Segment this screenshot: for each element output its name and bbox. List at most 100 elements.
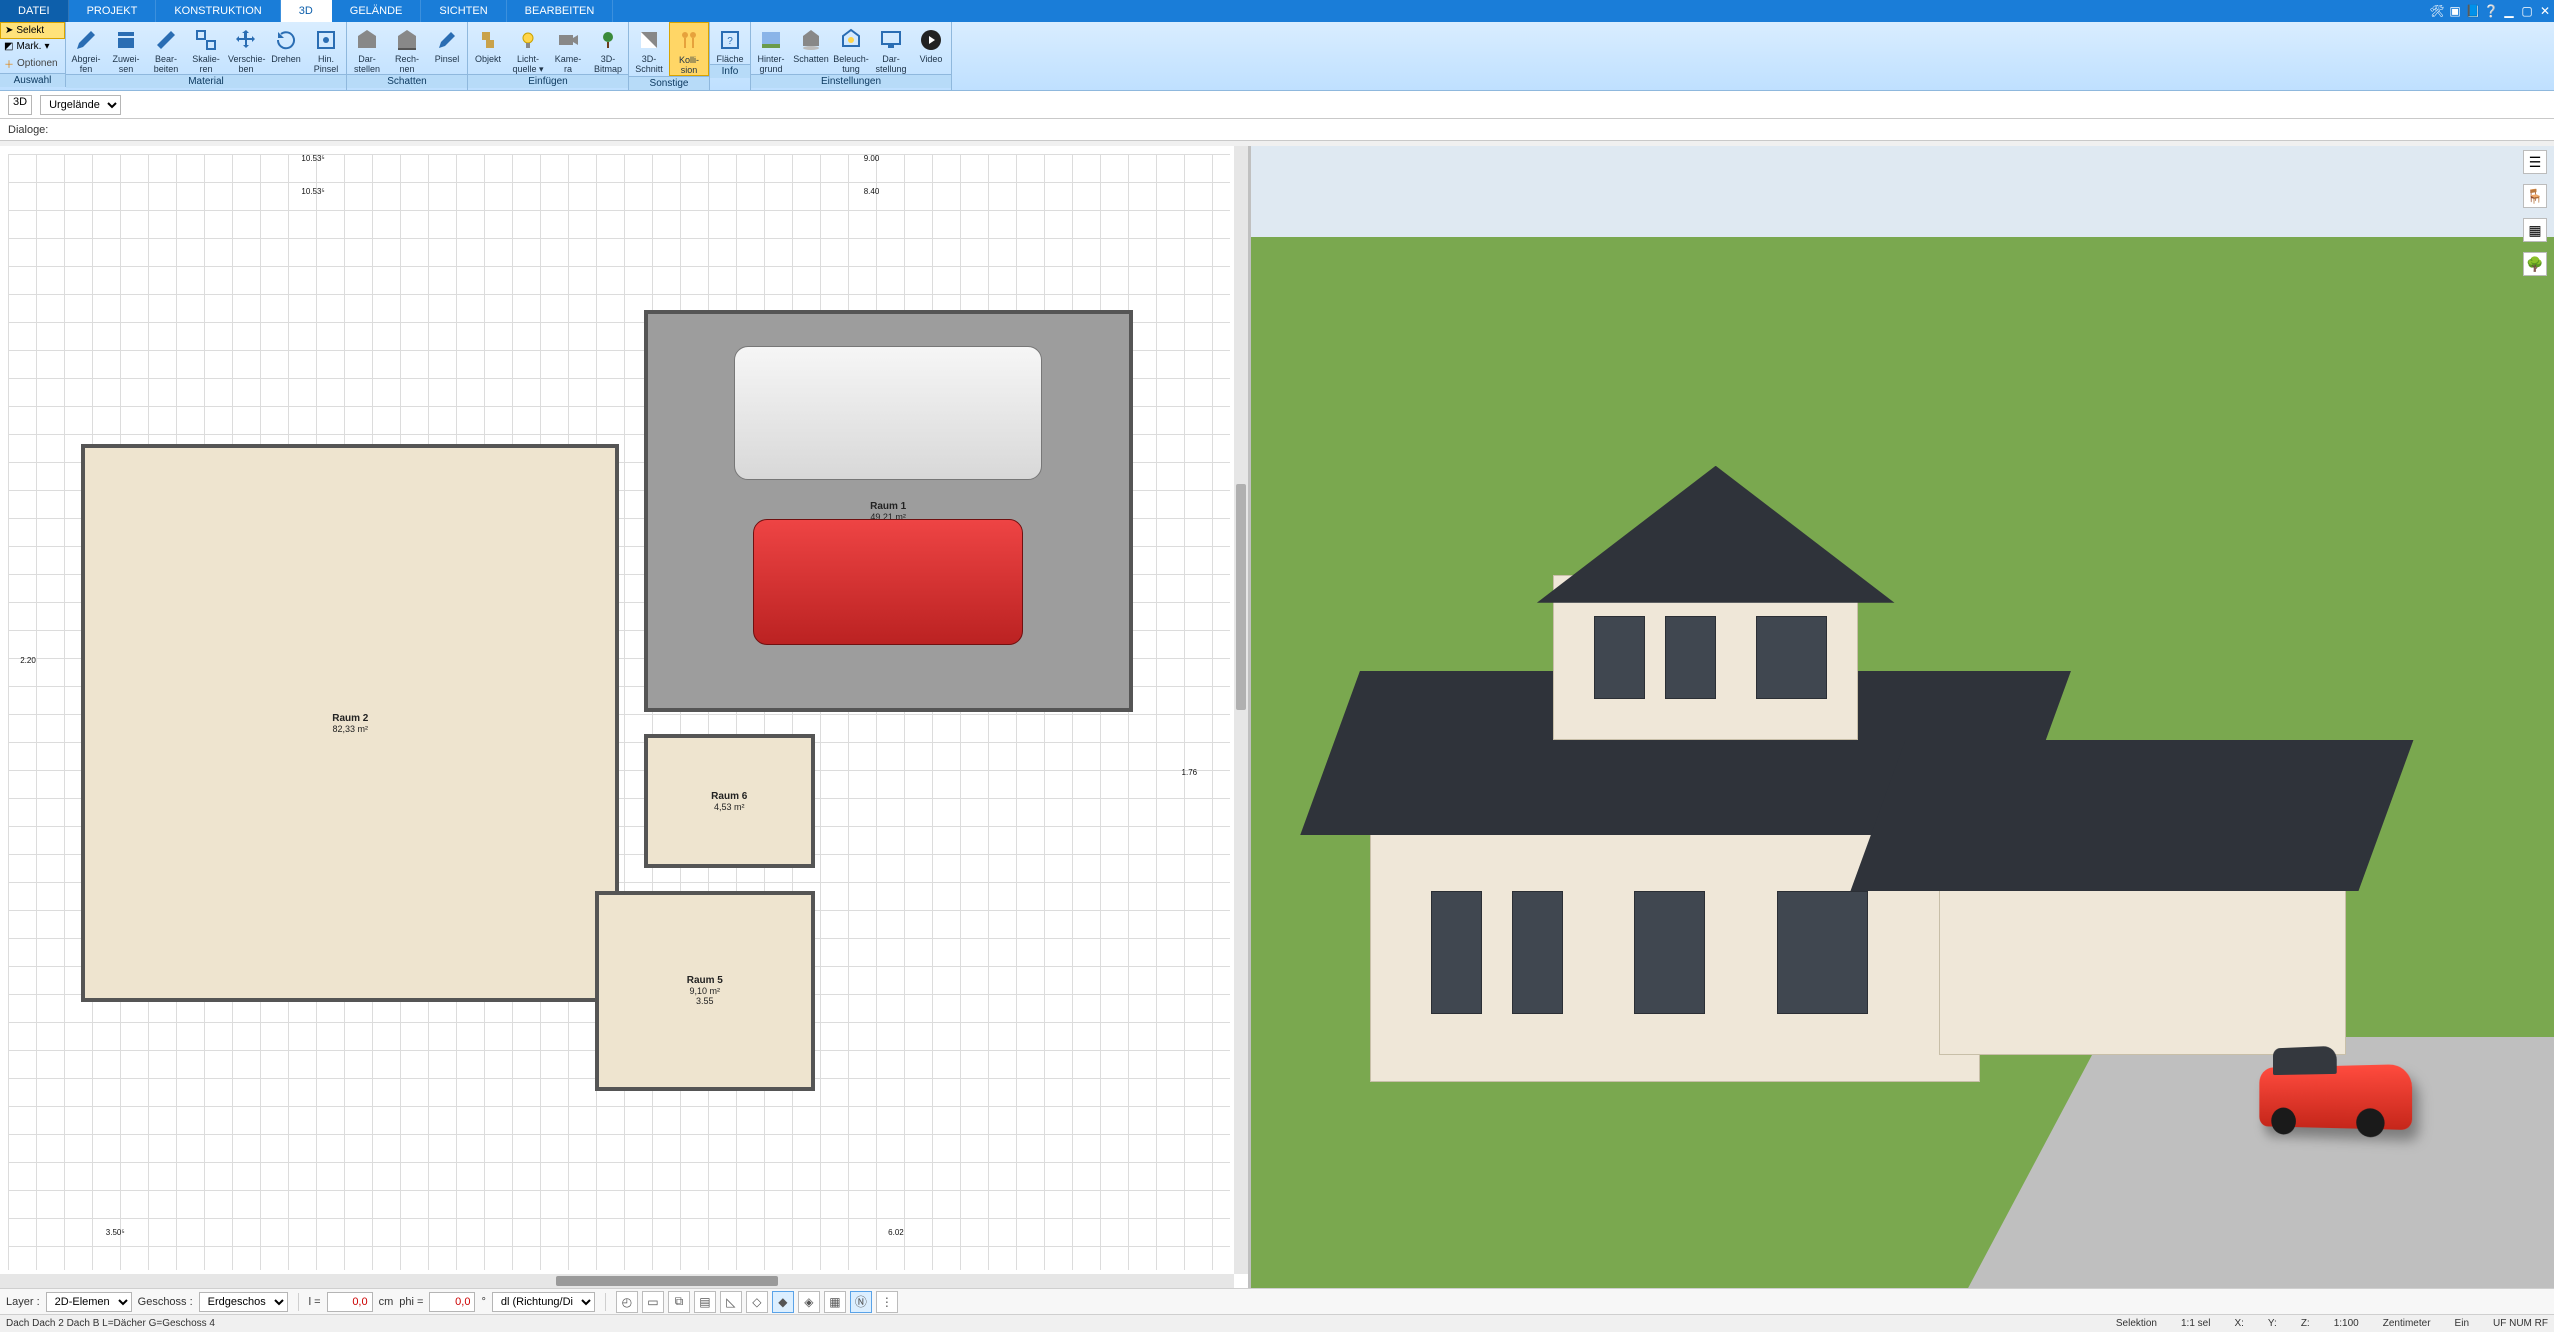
- mark-icon: ◩: [4, 41, 13, 52]
- dim: 10.53⁵: [301, 154, 324, 163]
- scrollbar-h[interactable]: [0, 1274, 1234, 1288]
- ribbon-lichtquelle[interactable]: Licht- quelle ▾: [508, 22, 548, 74]
- mode-select[interactable]: dl (Richtung/Di: [492, 1292, 595, 1312]
- optbar-snap-angle[interactable]: ◺: [720, 1291, 742, 1313]
- 3d-pane[interactable]: [1251, 146, 2554, 1288]
- optbar-snap-end[interactable]: ◇: [746, 1291, 768, 1313]
- ribbon-rechnen[interactable]: Rech- nen: [387, 22, 427, 74]
- option-bar: Layer : 2D-Elemen Geschoss : Erdgeschos …: [0, 1288, 2554, 1314]
- tab-gelaende[interactable]: GELÄNDE: [332, 0, 422, 22]
- floor-label: Geschoss :: [138, 1296, 193, 1308]
- ribbon-kamera[interactable]: Kame- ra: [548, 22, 588, 74]
- room-1[interactable]: Raum 1 49,21 m²: [644, 310, 1133, 712]
- optbar-layers2[interactable]: ▤: [694, 1291, 716, 1313]
- tab-projekt[interactable]: PROJEKT: [69, 0, 157, 22]
- dialog-strip: Dialoge:: [0, 119, 2554, 141]
- ribbon-hin-pinsel[interactable]: Hin. Pinsel: [306, 22, 346, 74]
- dim: 6.02: [888, 1228, 904, 1237]
- ribbon-bearbeiten[interactable]: Bear- beiten: [146, 22, 186, 74]
- ribbon-3d-schnitt[interactable]: 3D- Schnitt: [629, 22, 669, 76]
- ribbon-verschieben[interactable]: Verschie- ben: [226, 22, 266, 74]
- optbar-clock[interactable]: ◴: [616, 1291, 638, 1313]
- maximize-icon[interactable]: ▢: [2518, 0, 2536, 22]
- group-info: Info: [710, 64, 750, 78]
- mark-tool[interactable]: ◩ Mark. ▾: [0, 39, 65, 54]
- optbar-monitor[interactable]: ▭: [642, 1291, 664, 1313]
- ribbon-drehen[interactable]: Drehen: [266, 22, 306, 74]
- view-tag: 3D: [8, 95, 32, 115]
- tool-icon[interactable]: 🛠: [2428, 0, 2446, 22]
- scrollbar-v[interactable]: [1234, 146, 1248, 1274]
- dim: 1.76: [1182, 768, 1198, 777]
- ribbon-3d-bitmap[interactable]: 3D- Bitmap: [588, 22, 628, 74]
- l-unit: cm: [379, 1296, 394, 1308]
- rt-furniture[interactable]: 🪑: [2523, 184, 2547, 208]
- dim: 10.53⁵: [301, 187, 324, 196]
- phi-label: phi =: [399, 1296, 423, 1308]
- floorplan-pane[interactable]: Raum 2 82,33 m² Raum 1 49,21 m² Raum 6 4…: [0, 146, 1251, 1288]
- status-scale: 1:100: [2334, 1318, 2359, 1329]
- optbar-snap-mid[interactable]: ◆: [772, 1291, 794, 1313]
- ribbon-kollision[interactable]: Kolli- sion: [669, 22, 709, 76]
- floor-select[interactable]: Erdgeschos: [199, 1292, 288, 1312]
- group-sonstige: Sonstige: [629, 76, 709, 90]
- tab-konstruktion[interactable]: KONSTRUKTION: [156, 0, 280, 22]
- room-5[interactable]: Raum 5 9,10 m² 3.55: [595, 891, 815, 1092]
- status-scale-sel: 1:1 sel: [2181, 1318, 2210, 1329]
- l-input[interactable]: [327, 1292, 373, 1312]
- status-unit: Zentimeter: [2383, 1318, 2431, 1329]
- optbar-grid[interactable]: ▦: [824, 1291, 846, 1313]
- dim: 9.00: [864, 154, 880, 163]
- ribbon-abgreifen[interactable]: Abgrei- fen: [66, 22, 106, 74]
- rt-layers[interactable]: ☰: [2523, 150, 2547, 174]
- ribbon-zuweisen[interactable]: Zuwei- sen: [106, 22, 146, 74]
- select-tool[interactable]: ➤ Selekt: [0, 22, 65, 39]
- optbar-group[interactable]: ⧉: [668, 1291, 690, 1313]
- tab-datei[interactable]: DATEI: [0, 0, 69, 22]
- tab-sichten[interactable]: SICHTEN: [421, 0, 506, 22]
- status-flags: UF NUM RF: [2493, 1318, 2548, 1329]
- l-label: l =: [309, 1296, 321, 1308]
- ribbon-objekt[interactable]: Objekt: [468, 22, 508, 74]
- optbar-snap-int[interactable]: ◈: [798, 1291, 820, 1313]
- tab-3d[interactable]: 3D: [281, 0, 332, 22]
- tab-bearbeiten[interactable]: BEARBEITEN: [507, 0, 614, 22]
- overlap-icon[interactable]: ▣: [2446, 0, 2464, 22]
- group-einfügen: Einfügen: [468, 74, 628, 88]
- room-2[interactable]: Raum 2 82,33 m²: [81, 444, 619, 1002]
- phi-input[interactable]: [429, 1292, 475, 1312]
- minimize-icon[interactable]: ▁: [2500, 0, 2518, 22]
- help-icon[interactable]: ❔: [2482, 0, 2500, 22]
- workspace: Raum 2 82,33 m² Raum 1 49,21 m² Raum 6 4…: [0, 146, 2554, 1288]
- svg-text:?: ?: [727, 36, 733, 47]
- rt-plants[interactable]: 🌳: [2523, 252, 2547, 276]
- room-6[interactable]: Raum 6 4,53 m²: [644, 734, 815, 868]
- ribbon-hintergrund[interactable]: Hinter- grund: [751, 22, 791, 74]
- dim: 2.20: [20, 656, 36, 665]
- ribbon-pinsel[interactable]: Pinsel: [427, 22, 467, 74]
- ribbon-schatten[interactable]: Schatten: [791, 22, 831, 74]
- options-button[interactable]: ＋ Optionen: [0, 54, 65, 73]
- optbar-north[interactable]: Ⓝ: [850, 1291, 872, 1313]
- terrain-select[interactable]: Urgelände: [40, 95, 121, 115]
- right-toolbar: ☰ 🪑 ▦ 🌳: [2520, 150, 2550, 276]
- optbar-more[interactable]: ⋮: [876, 1291, 898, 1313]
- book-icon[interactable]: 📘: [2464, 0, 2482, 22]
- layer-label: Layer :: [6, 1296, 40, 1308]
- ribbon-flaeche[interactable]: ?Fläche: [710, 22, 750, 64]
- ribbon-skalieren[interactable]: Skalie- ren: [186, 22, 226, 74]
- menubar: DATEI PROJEKT KONSTRUKTION 3D GELÄNDE SI…: [0, 0, 2554, 22]
- group-material: Material: [66, 74, 346, 88]
- car-red: [753, 519, 1022, 645]
- ribbon-video[interactable]: Video: [911, 22, 951, 74]
- chevron-down-icon: ▾: [44, 41, 49, 52]
- close-icon[interactable]: ✕: [2536, 0, 2554, 22]
- ribbon-darstellen[interactable]: Dar- stellen: [347, 22, 387, 74]
- phi-unit: °: [481, 1296, 485, 1308]
- rt-materials[interactable]: ▦: [2523, 218, 2547, 242]
- ribbon-darstellung[interactable]: Dar- stellung: [871, 22, 911, 74]
- status-bar: Dach Dach 2 Dach B L=Dächer G=Geschoss 4…: [0, 1314, 2554, 1332]
- ribbon: ➤ Selekt ◩ Mark. ▾ ＋ Optionen Auswahl Ab…: [0, 22, 2554, 91]
- layer-select[interactable]: 2D-Elemen: [46, 1292, 132, 1312]
- ribbon-beleuchtung[interactable]: Beleuch- tung: [831, 22, 871, 74]
